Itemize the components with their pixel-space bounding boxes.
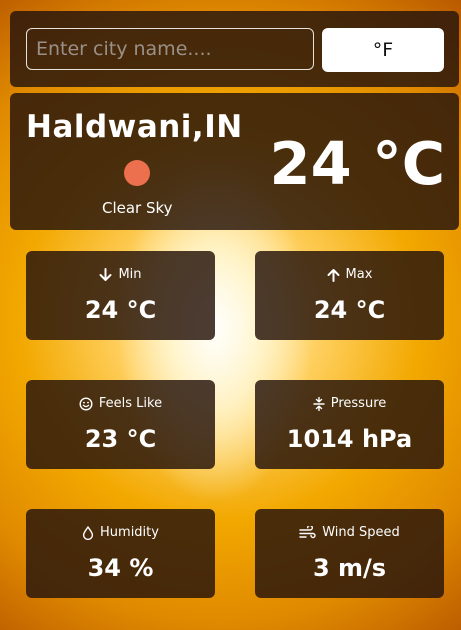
wind-speed-value: 3 m/s — [312, 554, 387, 582]
city-name: Haldwani,IN — [26, 109, 243, 145]
wind-speed-card: Wind Speed 3 m/s — [255, 509, 444, 598]
arrow-up-icon — [327, 268, 340, 282]
humidity-value: 34 % — [87, 554, 154, 582]
feels-like-card: Feels Like 23 °C — [26, 380, 215, 469]
humidity-card: Humidity 34 % — [26, 509, 215, 598]
pressure-card: Pressure 1014 hPa — [255, 380, 444, 469]
city-search-input[interactable] — [26, 28, 314, 70]
min-temp-value: 24 °C — [84, 296, 157, 324]
current-weather-card: Haldwani,IN Clear Sky 24 °C — [10, 93, 459, 230]
current-temperature: 24 °C — [269, 129, 445, 198]
pressure-header: Pressure — [255, 396, 444, 411]
wind-icon — [299, 525, 316, 540]
search-bar: °F — [10, 11, 459, 87]
max-temp-card: Max 24 °C — [255, 251, 444, 340]
feels-like-label: Feels Like — [98, 396, 163, 411]
max-temp-value: 24 °C — [313, 296, 386, 324]
weather-condition: Clear Sky — [102, 199, 173, 217]
max-temp-header: Max — [255, 267, 444, 282]
pressure-icon — [313, 396, 325, 411]
min-temp-label: Min — [118, 267, 142, 282]
unit-toggle-button[interactable]: °F — [322, 28, 444, 72]
humidity-label: Humidity — [100, 525, 159, 540]
humidity-header: Humidity — [26, 525, 215, 540]
min-temp-card: Min 24 °C — [26, 251, 215, 340]
arrow-down-icon — [99, 267, 112, 282]
pressure-label: Pressure — [330, 396, 387, 411]
wind-speed-label: Wind Speed — [322, 525, 400, 540]
feels-like-header: Feels Like — [26, 396, 215, 411]
max-temp-label: Max — [345, 267, 373, 282]
feels-like-value: 23 °C — [84, 425, 157, 453]
smiley-icon — [79, 396, 93, 411]
droplet-icon — [82, 525, 94, 540]
sun-icon — [124, 160, 150, 186]
pressure-value: 1014 hPa — [286, 425, 413, 453]
wind-speed-header: Wind Speed — [255, 525, 444, 540]
min-temp-header: Min — [26, 267, 215, 282]
